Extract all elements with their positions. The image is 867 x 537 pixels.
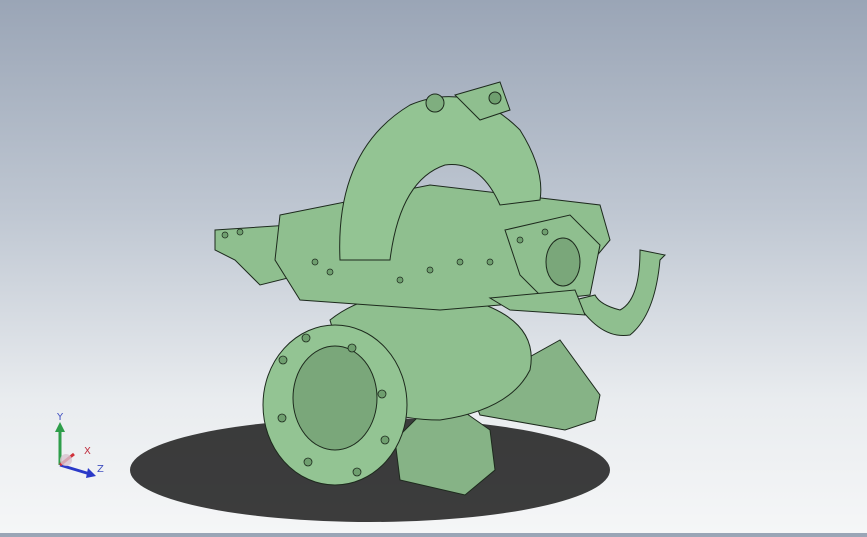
- top-boss-hole: [488, 91, 502, 105]
- bearing-bore: [545, 237, 581, 287]
- suction-bore: [292, 345, 378, 451]
- triad-z-arrow-icon: [86, 468, 96, 478]
- triad-y-label: Y: [56, 412, 64, 423]
- triad-x-label: X: [84, 446, 91, 457]
- top-port: [425, 93, 445, 113]
- triad-z-label: Z: [97, 464, 104, 475]
- triad-y-arrow-icon: [55, 422, 65, 432]
- coordinate-triad: Y X Z: [55, 412, 104, 478]
- 3d-viewport[interactable]: Y X Z: [0, 0, 867, 533]
- triad-origin: [60, 454, 72, 466]
- triad-z-axis: [59, 463, 91, 476]
- pump-model-view[interactable]: [0, 0, 867, 533]
